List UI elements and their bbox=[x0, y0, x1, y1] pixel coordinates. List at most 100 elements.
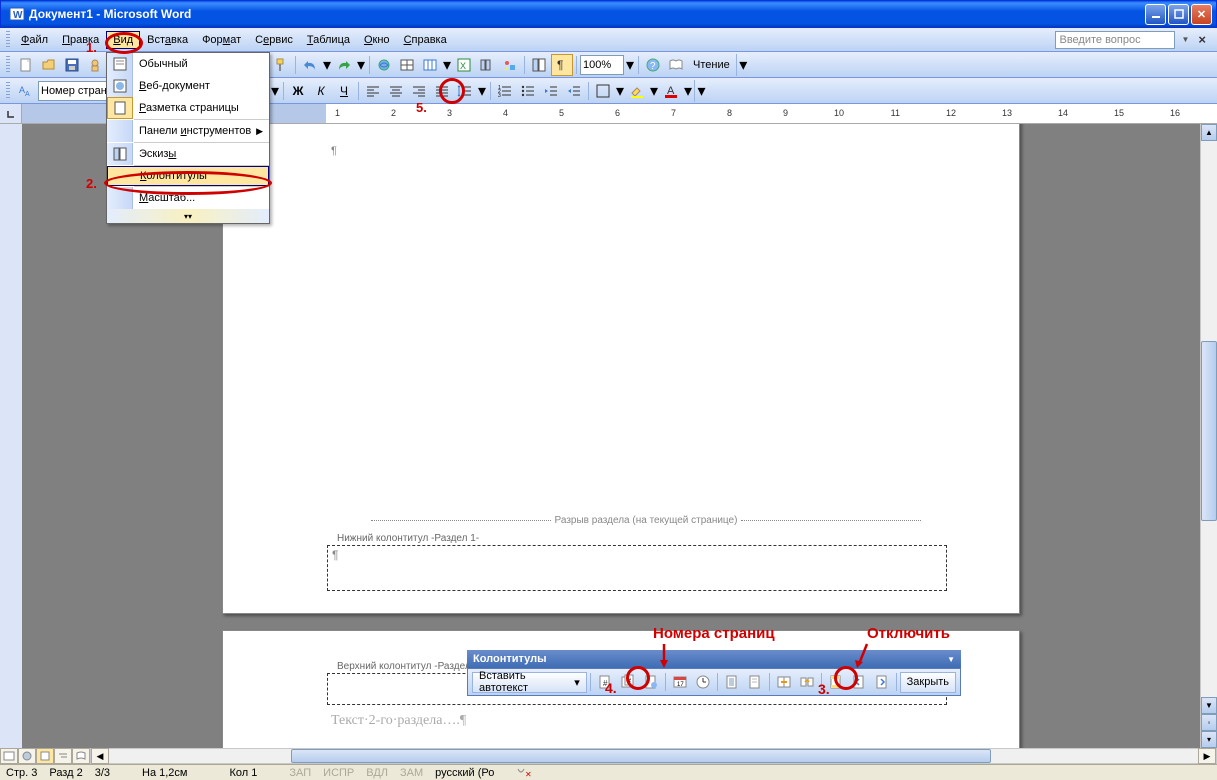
redo-dropdown[interactable]: ▾ bbox=[356, 55, 366, 75]
open-icon[interactable] bbox=[38, 54, 60, 76]
doc-map-icon[interactable] bbox=[528, 54, 550, 76]
outline-view-btn[interactable] bbox=[54, 748, 72, 764]
font-color-dropdown[interactable]: ▾ bbox=[683, 81, 693, 101]
excel-icon[interactable]: X bbox=[453, 54, 475, 76]
page-setup-icon[interactable] bbox=[721, 671, 743, 693]
redo-icon[interactable] bbox=[333, 54, 355, 76]
menu-table[interactable]: Таблица bbox=[300, 31, 357, 49]
reading-button[interactable]: Чтение bbox=[688, 54, 735, 76]
minimize-button[interactable] bbox=[1145, 4, 1166, 25]
dropdown-expand-icon[interactable]: ▾▾ bbox=[107, 209, 269, 223]
switch-header-footer-icon[interactable] bbox=[825, 671, 847, 693]
decrease-indent-icon[interactable] bbox=[540, 80, 562, 102]
toolbar-grip[interactable] bbox=[6, 31, 10, 49]
vertical-scrollbar[interactable]: ▲ ▼ ◦ ▾ bbox=[1200, 124, 1217, 748]
vertical-ruler[interactable] bbox=[0, 124, 22, 748]
scroll-down-icon[interactable]: ▼ bbox=[1201, 697, 1217, 714]
scroll-thumb[interactable] bbox=[1201, 341, 1217, 521]
format-page-number-icon[interactable] bbox=[640, 671, 662, 693]
bullets-icon[interactable] bbox=[517, 80, 539, 102]
tables-borders-icon[interactable] bbox=[396, 54, 418, 76]
close-button[interactable]: ✕ bbox=[1191, 4, 1212, 25]
line-spacing-icon[interactable] bbox=[454, 80, 476, 102]
menu-help[interactable]: Справка bbox=[397, 31, 454, 49]
show-previous-icon[interactable] bbox=[848, 671, 870, 693]
numbering-icon[interactable]: 123 bbox=[494, 80, 516, 102]
line-spacing-dropdown[interactable]: ▾ bbox=[477, 81, 487, 101]
show-marks-icon[interactable]: ¶ bbox=[551, 54, 573, 76]
help-icon[interactable]: ? bbox=[642, 54, 664, 76]
hf-toolbar-title[interactable]: Колонтитулы ▼ bbox=[467, 650, 961, 668]
highlight-dropdown[interactable]: ▾ bbox=[649, 81, 659, 101]
hf-toolbar-dropdown-icon[interactable]: ▼ bbox=[947, 655, 955, 664]
table-dropdown[interactable]: ▾ bbox=[442, 55, 452, 75]
same-as-previous-icon[interactable] bbox=[773, 671, 795, 693]
align-center-icon[interactable] bbox=[385, 80, 407, 102]
new-doc-icon[interactable] bbox=[15, 54, 37, 76]
maximize-button[interactable] bbox=[1168, 4, 1189, 25]
insert-pages-count-icon[interactable]: # bbox=[617, 671, 639, 693]
menu-format[interactable]: Формат bbox=[195, 31, 248, 49]
borders-icon[interactable] bbox=[592, 80, 614, 102]
view-web-layout[interactable]: Веб-документ bbox=[107, 75, 269, 97]
styles-pane-icon[interactable]: AA bbox=[15, 80, 37, 102]
undo-icon[interactable] bbox=[299, 54, 321, 76]
menu-window[interactable]: Окно bbox=[357, 31, 397, 49]
ask-dropdown-icon[interactable]: ▼ bbox=[1181, 35, 1189, 44]
menu-insert[interactable]: Вставка bbox=[140, 31, 195, 49]
borders-dropdown[interactable]: ▾ bbox=[615, 81, 625, 101]
status-rec[interactable]: ЗАП bbox=[289, 767, 311, 779]
undo-dropdown[interactable]: ▾ bbox=[322, 55, 332, 75]
view-toolbars[interactable]: Панели инструментов ▶ bbox=[107, 120, 269, 142]
status-trk[interactable]: ИСПР bbox=[323, 767, 354, 779]
normal-view-btn[interactable] bbox=[0, 748, 18, 764]
show-next-icon[interactable] bbox=[871, 671, 893, 693]
align-right-icon[interactable] bbox=[408, 80, 430, 102]
spell-check-icon[interactable]: ✕ bbox=[516, 767, 532, 779]
insert-page-number-icon[interactable]: # bbox=[594, 671, 616, 693]
show-hide-text-icon[interactable] bbox=[744, 671, 766, 693]
toolbar-options[interactable]: ▾ bbox=[694, 80, 708, 102]
view-normal[interactable]: Обычный bbox=[107, 53, 269, 75]
print-view-btn[interactable] bbox=[36, 748, 54, 764]
hscroll-thumb[interactable] bbox=[291, 749, 991, 763]
header-footer-toolbar[interactable]: Колонтитулы ▼ Вставить автотекст ▾ # # 1… bbox=[467, 650, 961, 696]
insert-date-icon[interactable]: 17 bbox=[669, 671, 691, 693]
toolbar-options[interactable]: ▾ bbox=[736, 54, 750, 76]
ask-question-input[interactable] bbox=[1055, 31, 1175, 49]
save-icon[interactable] bbox=[61, 54, 83, 76]
align-left-icon[interactable] bbox=[362, 80, 384, 102]
scroll-left-icon[interactable]: ◀ bbox=[91, 748, 109, 764]
highlight-icon[interactable] bbox=[626, 80, 648, 102]
drawing-icon[interactable] bbox=[499, 54, 521, 76]
permission-icon[interactable] bbox=[84, 54, 106, 76]
close-doc-x[interactable]: × bbox=[1195, 32, 1209, 47]
underline-icon[interactable]: Ч bbox=[333, 80, 355, 102]
increase-indent-icon[interactable] bbox=[563, 80, 585, 102]
horizontal-scrollbar[interactable]: ◀ ▶ bbox=[90, 748, 1217, 764]
view-thumbnails[interactable]: Эскизы bbox=[107, 143, 269, 165]
status-ext[interactable]: ВДЛ bbox=[366, 767, 388, 779]
menu-tools[interactable]: Сервис bbox=[248, 31, 300, 49]
toolbar-grip[interactable] bbox=[6, 82, 10, 100]
scroll-up-icon[interactable]: ▲ bbox=[1201, 124, 1217, 141]
menu-file[interactable]: Файл bbox=[14, 31, 55, 49]
align-justify-icon[interactable] bbox=[431, 80, 453, 102]
link-to-previous-icon[interactable] bbox=[796, 671, 818, 693]
font-size-dropdown[interactable]: ▾ bbox=[270, 81, 280, 101]
footer-edit-area[interactable]: ¶ bbox=[327, 545, 947, 591]
format-painter-icon[interactable] bbox=[270, 54, 292, 76]
menu-edit[interactable]: Правка bbox=[55, 31, 106, 49]
view-zoom[interactable]: Масштаб... bbox=[107, 187, 269, 209]
status-ovr[interactable]: ЗАМ bbox=[400, 767, 423, 779]
columns-icon[interactable] bbox=[476, 54, 498, 76]
read-mode-icon[interactable] bbox=[665, 54, 687, 76]
font-color-icon[interactable]: A bbox=[660, 80, 682, 102]
web-view-btn[interactable] bbox=[18, 748, 36, 764]
next-page-icon[interactable]: ▾ bbox=[1201, 731, 1217, 748]
tab-selector[interactable] bbox=[0, 104, 22, 123]
scroll-right-icon[interactable]: ▶ bbox=[1198, 748, 1216, 764]
insert-time-icon[interactable] bbox=[692, 671, 714, 693]
toolbar-grip[interactable] bbox=[6, 56, 10, 74]
hyperlink-icon[interactable] bbox=[373, 54, 395, 76]
